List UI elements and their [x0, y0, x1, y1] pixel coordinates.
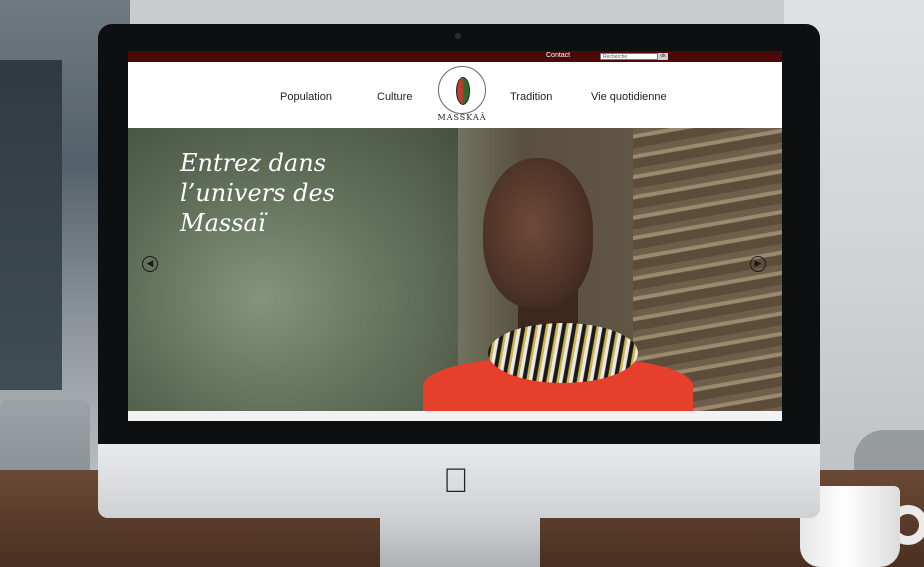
chevron-right-icon[interactable]: ▶	[750, 256, 766, 272]
contact-link[interactable]: Contact	[546, 52, 570, 59]
nav-item-vie-quotidienne[interactable]: Vie quotidienne	[591, 91, 667, 103]
page-footer-strip	[128, 411, 782, 421]
hero-title-line-1: Entrez dans	[180, 149, 327, 177]
portrait-head	[483, 158, 593, 308]
search-button[interactable]: ok	[658, 53, 668, 60]
logo-text: MASSKAÂ	[437, 113, 487, 122]
nav-item-tradition[interactable]: Tradition	[510, 91, 552, 103]
portrait-necklace	[488, 323, 638, 383]
background-window	[0, 60, 62, 390]
nav-item-culture[interactable]: Culture	[377, 91, 412, 103]
hero-portrait	[423, 138, 693, 411]
site-logo[interactable]	[438, 66, 486, 114]
shield-icon	[456, 77, 470, 105]
website-screen: Contact Recherche ok Population Culture …	[128, 51, 782, 421]
hero-title: Entrez dans l’univers des Massaï	[180, 148, 400, 238]
hero-title-line-3: Massaï	[180, 209, 266, 237]
search-input[interactable]: Recherche	[600, 53, 658, 60]
hero-slider: Entrez dans l’univers des Massaï ◀ ▶	[128, 128, 782, 411]
monitor-stand	[380, 518, 540, 567]
nav-item-population[interactable]: Population	[280, 91, 332, 103]
hero-title-line-2: l’univers des	[180, 179, 335, 207]
chevron-left-icon[interactable]: ◀	[142, 256, 158, 272]
main-navigation: Population Culture MASSKAÂ Tradition Vie…	[128, 62, 782, 128]
search-button-label: ok	[660, 53, 666, 59]
apple-logo-icon: 	[443, 462, 469, 501]
camera-icon	[455, 33, 461, 39]
top-bar: Contact Recherche ok	[128, 51, 782, 62]
